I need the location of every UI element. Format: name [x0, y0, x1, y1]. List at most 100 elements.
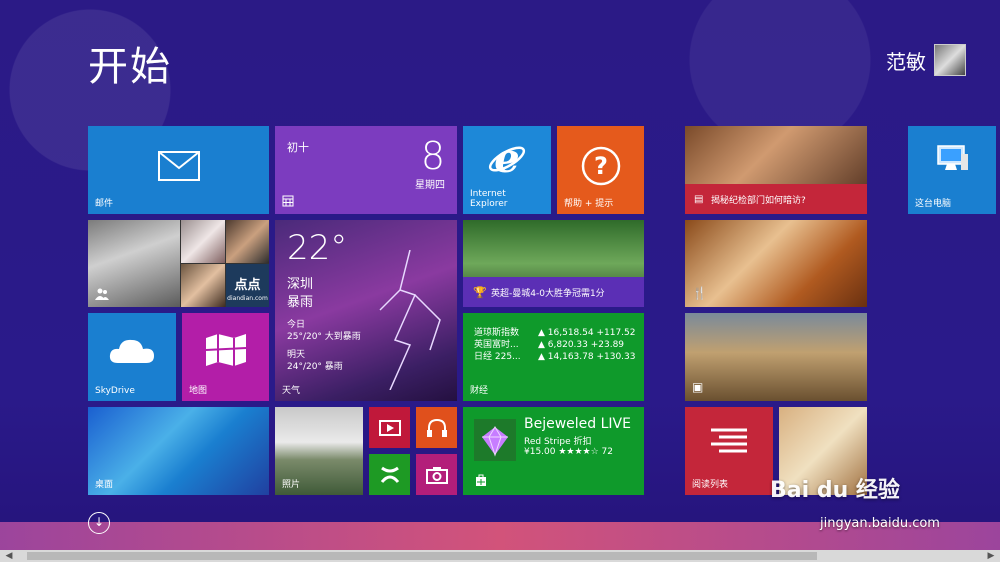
tile-label-line1: Internet: [470, 189, 506, 199]
contact-photo: [181, 264, 225, 307]
scroll-right-icon[interactable]: ▶: [982, 550, 1000, 562]
weather-city: 深圳: [287, 277, 314, 292]
map-icon: [205, 333, 246, 366]
fork-knife-icon: 🍴: [692, 286, 707, 300]
suitcase-icon: ▣: [692, 380, 704, 394]
weather-condition: 暴雨: [287, 295, 314, 310]
tile-desktop[interactable]: 桌面: [88, 407, 269, 495]
scrollbar-thumb[interactable]: [27, 552, 817, 560]
headphones-icon: [426, 418, 447, 437]
store-app-name: Bejeweled LIVE: [524, 416, 631, 432]
cloud-icon: [109, 339, 154, 363]
tile-label-line2: Explorer: [470, 199, 508, 209]
stock-row: 日经 225... ▲ 14,163.78 +130.33: [474, 351, 635, 363]
tile-label: 桌面: [95, 480, 114, 490]
stock-value: ▲ 6,820.33 +23.89: [538, 340, 625, 350]
stock-name: 日经 225...: [474, 352, 521, 362]
mail-icon: [157, 150, 200, 181]
tile-calendar[interactable]: 初十 8 星期四: [275, 126, 457, 214]
avatar[interactable]: [934, 44, 966, 76]
tile-label: 地图: [189, 386, 208, 396]
news-headline: 揭秘纪检部门如何暗访?: [711, 195, 806, 206]
tile-label: 邮件: [95, 199, 114, 209]
bejeweled-app-icon: [474, 419, 516, 461]
horizontal-scrollbar[interactable]: ◀ ▶: [0, 550, 1000, 562]
tile-mail[interactable]: 邮件: [88, 126, 269, 214]
video-icon: [378, 419, 401, 436]
tile-reading-list[interactable]: 阅读列表: [685, 407, 773, 495]
sports-caption: 🏆 英超-曼城4-0大胜争冠需1分: [463, 277, 644, 307]
help-icon: ?: [581, 146, 620, 185]
diandian-logo: 点点 diandian.com: [226, 264, 269, 307]
scroll-left-icon[interactable]: ◀: [0, 550, 18, 562]
tile-label: 财经: [470, 386, 489, 396]
start-title: 开始: [88, 44, 172, 90]
stock-list: 道琼斯指数 ▲ 16,518.54 +117.52 英国富时... ▲ 6,820.…: [474, 327, 635, 363]
news-icon: ▤: [694, 193, 704, 205]
user-name: 范敏: [886, 49, 926, 74]
brand-url: diandian.com: [227, 295, 268, 302]
tile-this-pc[interactable]: 这台电脑: [908, 126, 996, 214]
arrow-down-icon: ↓: [93, 515, 105, 529]
baidu-watermark: Bai du 经验: [770, 478, 900, 503]
calendar-day: 8: [420, 134, 445, 178]
people-icon: [95, 288, 109, 300]
stock-name: 英国富时...: [474, 340, 519, 350]
brand-name: 点点: [234, 278, 261, 293]
tile-travel[interactable]: ▣: [685, 313, 867, 401]
tile-label: Internet Explorer: [470, 189, 507, 209]
calendar-icon: [282, 195, 294, 207]
tile-label: 照片: [282, 480, 301, 490]
store-app-publisher: Red Stripe 折扣: [524, 437, 592, 447]
internet-explorer-icon: e: [488, 139, 526, 179]
tile-music[interactable]: [416, 407, 457, 448]
trophy-icon: 🏆: [473, 285, 487, 299]
tile-weather[interactable]: 22° 深圳 暴雨 今日 25°/20° 大到暴雨 明天 24°/20° 暴雨 …: [275, 220, 457, 401]
calendar-weekday: 星期四: [415, 180, 445, 191]
lightning-icon: [379, 250, 441, 390]
tile-label: 天气: [282, 386, 301, 396]
tile-internet-explorer[interactable]: e Internet Explorer: [463, 126, 551, 214]
weather-temperature: 22°: [287, 228, 348, 268]
tile-photos[interactable]: 照片: [275, 407, 363, 495]
tile-finance[interactable]: 道琼斯指数 ▲ 16,518.54 +117.52 英国富时... ▲ 6,820.…: [463, 313, 644, 401]
user-account[interactable]: 范敏: [886, 44, 966, 76]
tile-video[interactable]: [369, 407, 410, 448]
all-apps-arrow-button[interactable]: ↓: [88, 512, 110, 534]
tile-sports[interactable]: 🏆 英超-曼城4-0大胜争冠需1分: [463, 220, 644, 307]
stock-name: 道琼斯指数: [474, 328, 520, 338]
sports-headline: 英超-曼城4-0大胜争冠需1分: [491, 288, 605, 299]
contact-photo: [226, 220, 269, 263]
tomorrow-forecast: 24°/20° 暴雨: [287, 362, 343, 372]
store-bag-icon: [475, 474, 487, 489]
contact-photo: [181, 220, 225, 263]
gem-icon: [482, 426, 508, 457]
news-caption: ▤ 揭秘纪检部门如何暗访?: [685, 184, 867, 214]
tile-skydrive[interactable]: SkyDrive: [88, 313, 176, 401]
tile-maps[interactable]: 地图: [182, 313, 269, 401]
baidu-watermark-url: jingyan.baidu.com: [820, 516, 940, 531]
tile-food-drink[interactable]: 🍴: [685, 220, 867, 307]
stock-value: ▲ 14,163.78 +130.33: [538, 352, 636, 362]
svg-text:e: e: [494, 139, 519, 179]
today-forecast: 25°/20° 大到暴雨: [287, 332, 361, 342]
lunar-date: 初十: [287, 141, 309, 154]
tile-camera[interactable]: [416, 454, 457, 495]
tile-label: 这台电脑: [915, 199, 952, 209]
stock-row: 英国富时... ▲ 6,820.33 +23.89: [474, 339, 635, 351]
reading-list-icon: [711, 428, 747, 453]
tile-label: 阅读列表: [692, 480, 729, 490]
stock-value: ▲ 16,518.54 +117.52: [538, 328, 636, 338]
tile-games[interactable]: [369, 454, 410, 495]
tile-news[interactable]: ▤ 揭秘纪检部门如何暗访?: [685, 126, 867, 214]
xbox-icon: [380, 466, 399, 483]
tile-label: 帮助 + 提示: [564, 199, 614, 209]
tile-people[interactable]: 点点 diandian.com: [88, 220, 269, 307]
tile-label: SkyDrive: [95, 386, 135, 396]
tile-store[interactable]: Bejeweled LIVE Red Stripe 折扣 ¥15.00 ★★★★…: [463, 407, 644, 495]
tile-help-tips[interactable]: ? 帮助 + 提示: [557, 126, 644, 214]
computer-icon: [937, 145, 968, 171]
camera-icon: [425, 466, 448, 484]
stock-row: 道琼斯指数 ▲ 16,518.54 +117.52: [474, 327, 635, 339]
store-app-price-rating: ¥15.00 ★★★★☆ 72: [524, 447, 614, 457]
